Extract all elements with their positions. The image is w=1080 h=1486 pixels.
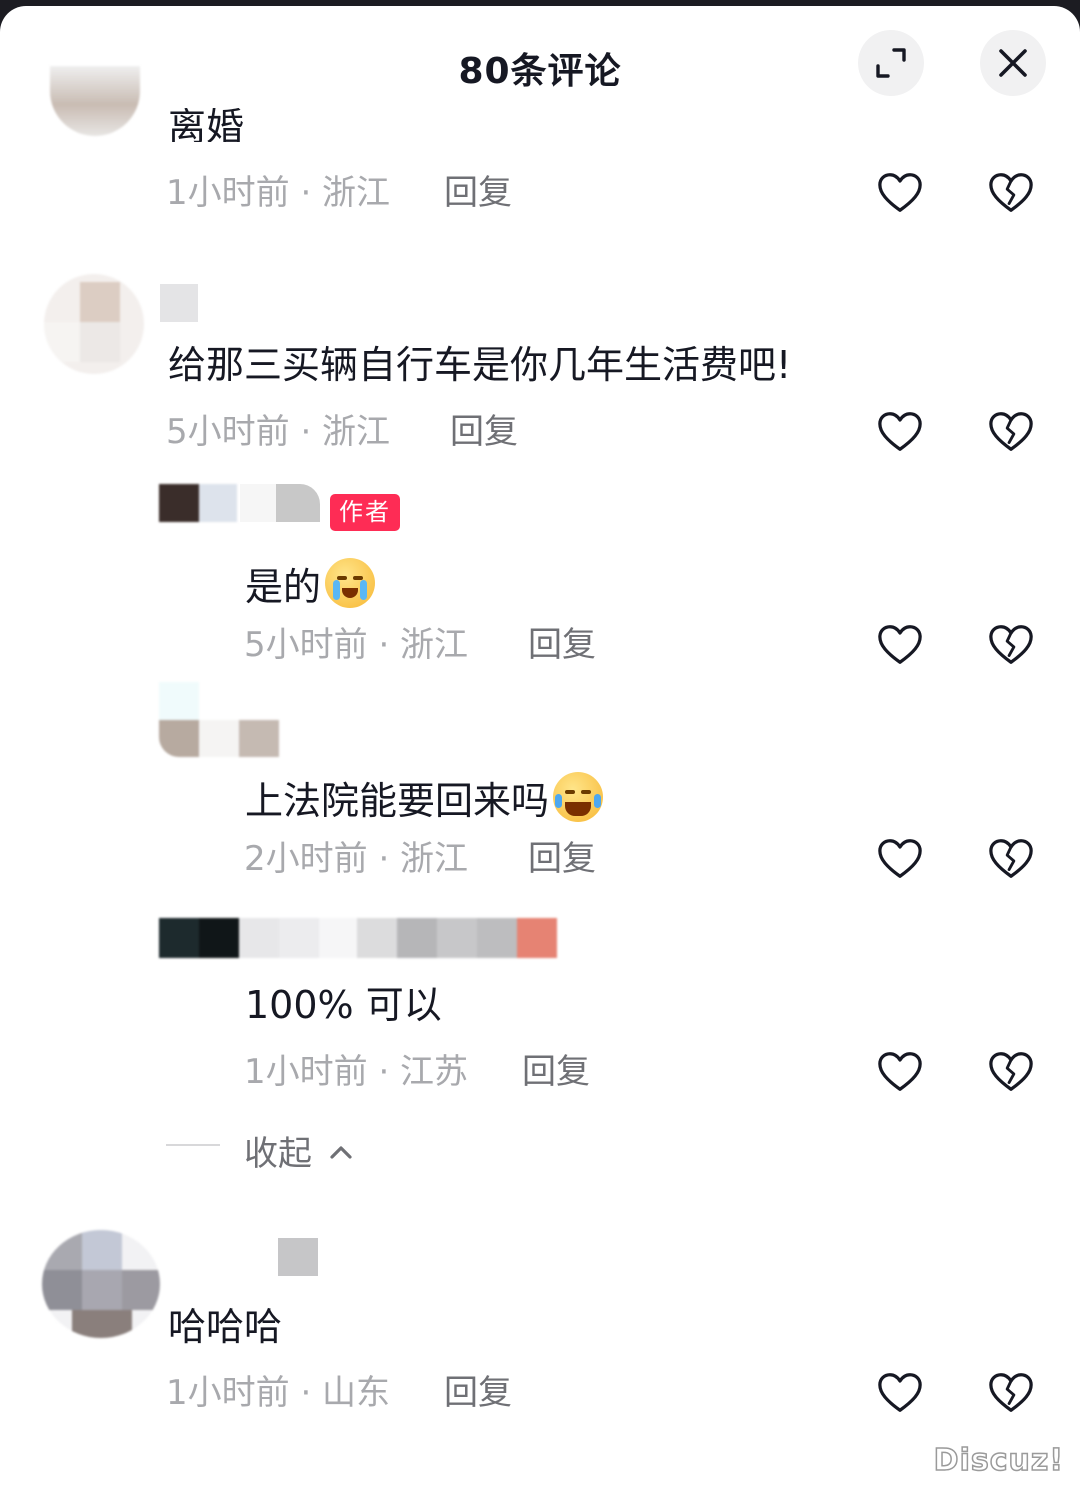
close-icon	[999, 49, 1027, 77]
collapse-divider	[166, 1144, 220, 1146]
watermark: Discuz!	[933, 1442, 1064, 1479]
reply-text: 是的	[245, 565, 322, 609]
username-blurred[interactable]	[160, 284, 198, 322]
comment-meta: 2小时前 · 浙江	[244, 839, 469, 879]
reply-text-row: 上法院能要回来吗	[245, 772, 604, 823]
broken-heart-icon[interactable]	[988, 1371, 1034, 1415]
reply-text: 100% 可以	[245, 983, 442, 1027]
comment-meta: 1小时前 · 山东	[166, 1373, 391, 1413]
comment-meta: 1小时前 · 江苏	[244, 1052, 469, 1092]
heart-icon[interactable]	[877, 410, 923, 454]
avatar[interactable]	[159, 682, 279, 757]
username-blurred[interactable]	[240, 484, 320, 522]
chevron-up-icon	[330, 1146, 352, 1159]
laughing-tears-emoji	[553, 772, 604, 822]
broken-heart-icon[interactable]	[988, 171, 1034, 215]
expand-icon	[876, 48, 906, 78]
comment-text: 给那三买辆自行车是你几年生活费吧!	[168, 343, 792, 387]
broken-heart-icon[interactable]	[988, 837, 1034, 881]
broken-heart-icon[interactable]	[988, 410, 1034, 454]
reply-button[interactable]: 回复	[522, 1055, 590, 1089]
avatar[interactable]	[159, 918, 557, 958]
username-blurred[interactable]	[278, 1238, 318, 1276]
broken-heart-icon[interactable]	[988, 623, 1034, 667]
close-button[interactable]	[980, 30, 1046, 96]
comment-text: 哈哈哈	[168, 1305, 283, 1349]
reply-button[interactable]: 回复	[444, 176, 512, 210]
author-badge: 作者	[330, 494, 400, 531]
collapse-replies-button[interactable]: 收起	[244, 1126, 353, 1175]
reply-button[interactable]: 回复	[528, 628, 596, 662]
collapse-label: 收起	[244, 1134, 312, 1174]
reply-button[interactable]: 回复	[528, 842, 596, 876]
reply-text: 上法院能要回来吗	[245, 779, 550, 823]
avatar[interactable]	[42, 1230, 160, 1338]
comment-meta: 1小时前 · 浙江	[166, 173, 391, 213]
heart-icon[interactable]	[877, 623, 923, 667]
avatar[interactable]	[50, 66, 140, 136]
heart-icon[interactable]	[877, 171, 923, 215]
crying-face-emoji	[325, 558, 376, 608]
comment-meta: 5小时前 · 浙江	[244, 625, 469, 665]
comment-meta: 5小时前 · 浙江	[166, 412, 391, 452]
reply-text-row: 是的	[245, 558, 376, 609]
avatar[interactable]	[159, 484, 237, 522]
broken-heart-icon[interactable]	[988, 1050, 1034, 1094]
reply-button[interactable]: 回复	[450, 415, 518, 449]
heart-icon[interactable]	[877, 1050, 923, 1094]
comment-text: 离婚	[168, 108, 245, 142]
heart-icon[interactable]	[877, 837, 923, 881]
avatar[interactable]	[44, 274, 144, 374]
expand-button[interactable]	[858, 30, 924, 96]
comment-sheet: 80条评论 离婚 1小时前 · 浙江 回复 给那三买辆自行车是你几年生活费吧! …	[0, 6, 1080, 1486]
heart-icon[interactable]	[877, 1371, 923, 1415]
reply-button[interactable]: 回复	[444, 1376, 512, 1410]
